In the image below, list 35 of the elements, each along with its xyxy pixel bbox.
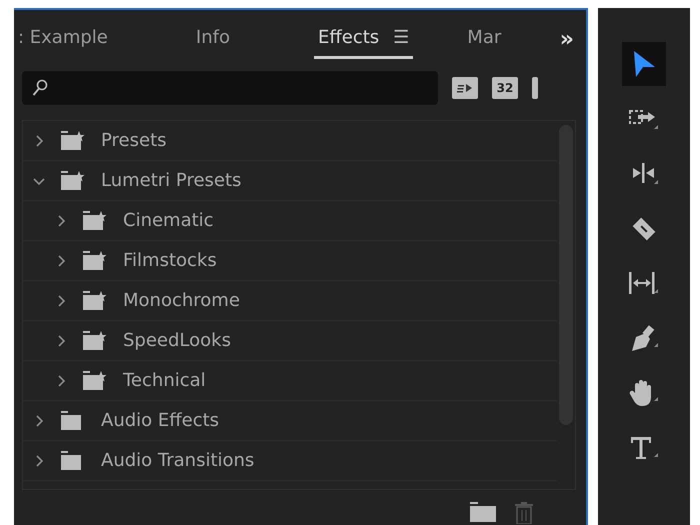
razor-icon xyxy=(630,216,658,242)
star-folder-icon xyxy=(61,170,85,190)
folder-label[interactable]: Presets xyxy=(101,130,167,151)
overflow-button[interactable]: » xyxy=(554,26,580,52)
bit-depth-button[interactable]: 32 xyxy=(492,77,518,99)
folder-label[interactable]: Audio Transitions xyxy=(101,450,254,471)
slip-icon xyxy=(628,271,660,297)
folder-label[interactable]: Lumetri Presets xyxy=(101,170,242,191)
star-folder-icon xyxy=(83,330,107,350)
star-folder-icon xyxy=(83,250,107,270)
hand-icon xyxy=(628,379,660,409)
folder-label[interactable]: Audio Effects xyxy=(101,410,220,431)
filter-button[interactable] xyxy=(532,77,538,99)
star-folder-icon xyxy=(83,370,107,390)
panel-tab[interactable]: Info xyxy=(192,19,234,59)
folder-label[interactable]: Filmstocks xyxy=(123,250,217,271)
panel-tab[interactable]: : Example xyxy=(14,19,112,59)
folder-label[interactable]: SpeedLooks xyxy=(123,330,231,351)
new-folder-icon[interactable] xyxy=(470,502,496,522)
tool-button[interactable] xyxy=(622,42,666,86)
panel-tab[interactable]: Mar xyxy=(463,19,506,59)
star-folder-icon xyxy=(61,130,85,150)
folder-label[interactable]: Technical xyxy=(123,370,206,391)
folder-label[interactable]: Cinematic xyxy=(123,210,214,231)
star-folder-icon xyxy=(83,210,107,230)
star-folder-icon xyxy=(83,290,107,310)
track-select-icon xyxy=(628,107,660,131)
search-icon xyxy=(32,79,48,97)
panel-menu-icon[interactable]: ☰ xyxy=(393,27,410,48)
accelerated-effects-button[interactable] xyxy=(452,77,478,99)
lines-play-icon xyxy=(456,82,474,94)
panel-tab[interactable]: Effects ☰ xyxy=(314,19,414,59)
search-field[interactable] xyxy=(22,71,438,105)
folder-label[interactable]: Monochrome xyxy=(123,290,240,311)
pointer-icon xyxy=(631,49,657,79)
